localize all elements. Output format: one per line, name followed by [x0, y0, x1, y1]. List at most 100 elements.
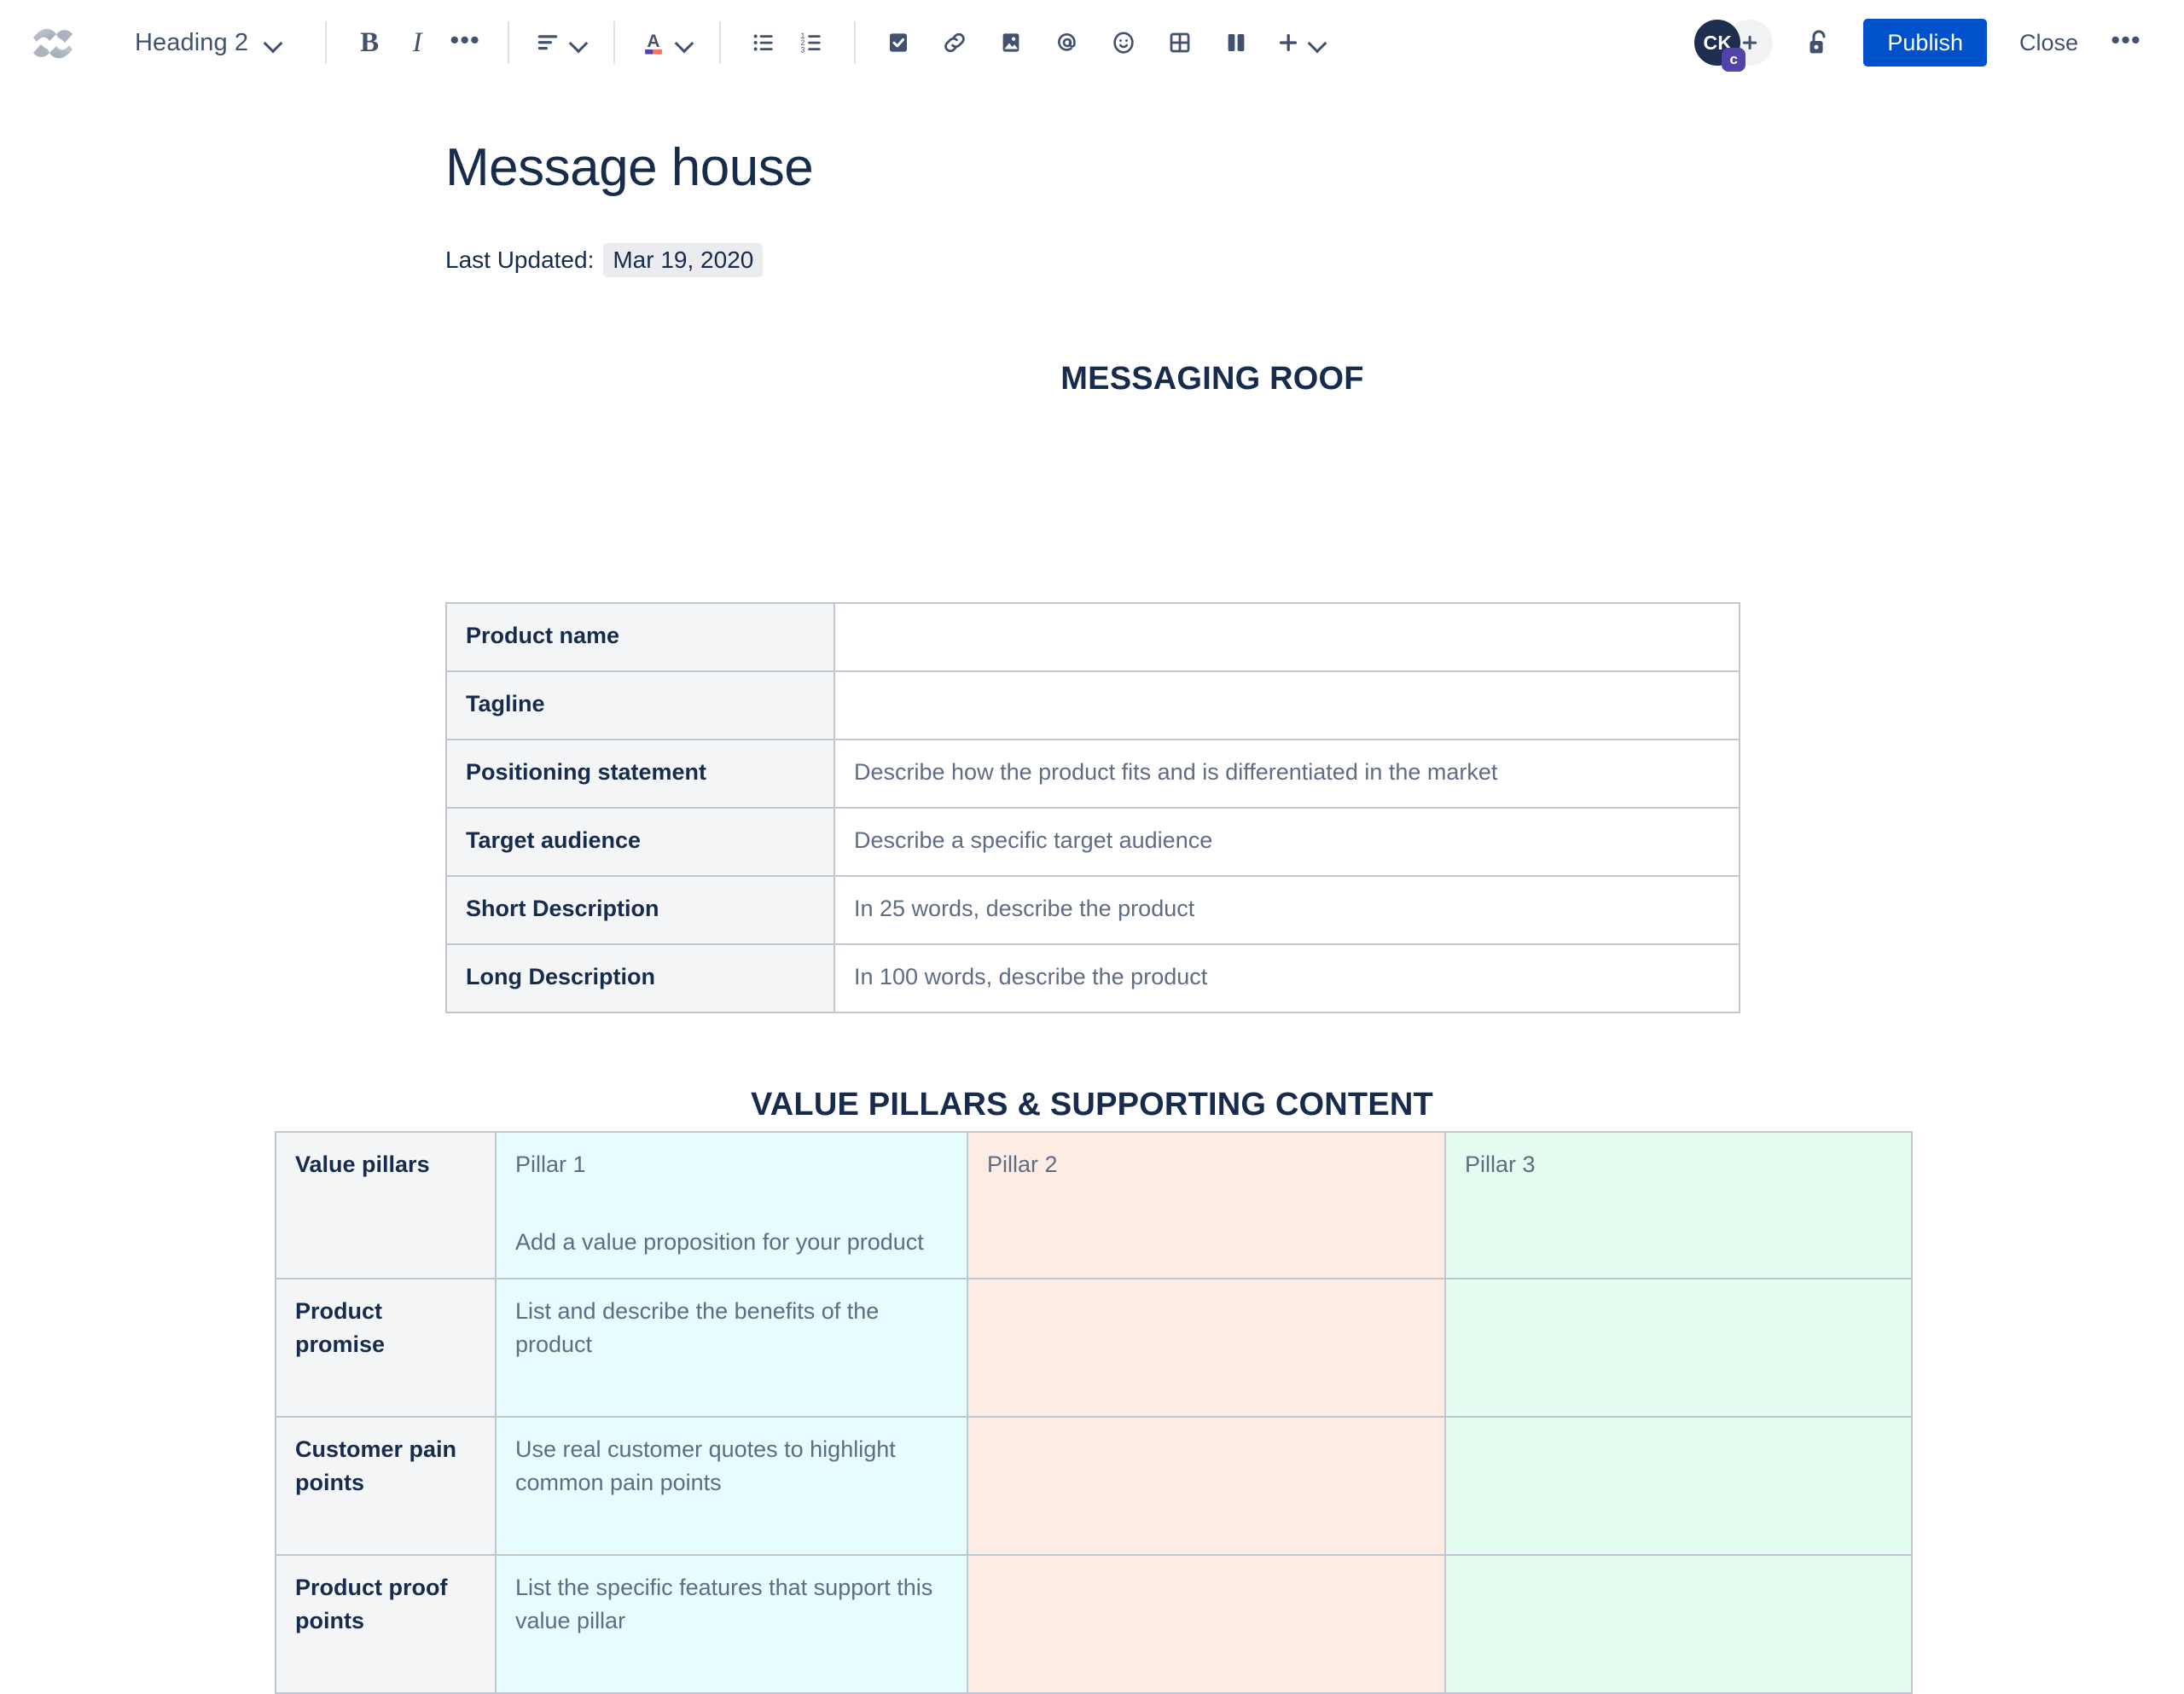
toolbar-divider	[854, 21, 857, 64]
toolbar-right-group: CK c Publish Close •••	[1694, 19, 2150, 72]
table-button[interactable]	[1156, 19, 1204, 67]
chevron-down-icon	[675, 33, 694, 52]
row-label[interactable]: Product name	[445, 602, 835, 672]
pillar1-customer-pain-points-cell[interactable]: Use real customer quotes to highlight co…	[495, 1416, 968, 1556]
mention-button[interactable]	[1043, 19, 1091, 67]
collaborators: CK c	[1694, 20, 1774, 72]
more-options-button[interactable]: •••	[2102, 19, 2150, 67]
chevron-down-icon	[569, 33, 588, 52]
bullet-list-button[interactable]	[740, 19, 787, 67]
row-value[interactable]	[834, 602, 1740, 672]
last-updated-date[interactable]: Mar 19, 2020	[603, 243, 764, 278]
pillar2-product-proof-points-cell[interactable]	[967, 1554, 1446, 1694]
emoji-icon	[1113, 32, 1134, 54]
numbered-list-button[interactable]: 1 2 3	[787, 19, 835, 67]
row-label[interactable]: Value pillars	[275, 1131, 497, 1279]
italic-button[interactable]: I	[393, 19, 441, 67]
value-pillars-heading: VALUE PILLARS & SUPPORTING CONTENT	[751, 1086, 1433, 1123]
row-label[interactable]: Customer pain points	[275, 1416, 497, 1556]
row-value[interactable]: In 25 words, describe the product	[834, 875, 1740, 945]
row-value[interactable]: Describe how the product fits and is dif…	[834, 739, 1740, 809]
toolbar-left-group: Heading 2 B I ••• A 1 2 3	[31, 19, 1333, 67]
pillar2-product-promise-cell[interactable]	[967, 1278, 1446, 1418]
toolbar-divider	[613, 21, 616, 64]
pillar-3-title: Pillar 3	[1465, 1152, 1536, 1177]
layout-button[interactable]	[1212, 19, 1260, 67]
svg-text:A: A	[648, 32, 660, 51]
table-row: Product promise List and describe the be…	[275, 1278, 1913, 1418]
messaging-roof-heading: MESSAGING ROOF	[1060, 361, 1364, 397]
emoji-button[interactable]	[1100, 19, 1147, 67]
more-formatting-button[interactable]: •••	[441, 19, 489, 67]
text-color-icon: A	[645, 32, 662, 55]
chevron-down-icon	[264, 33, 282, 52]
table-row: Long Description In 100 words, describe …	[445, 943, 1740, 1013]
bold-button[interactable]: B	[346, 19, 393, 67]
italic-label: I	[412, 26, 422, 58]
confluence-logo[interactable]	[31, 20, 75, 65]
last-updated-line: Last Updated: Mar 19, 2020	[445, 243, 1979, 278]
row-value[interactable]: In 100 words, describe the product	[834, 943, 1740, 1013]
bullet-list-icon	[753, 34, 773, 51]
row-label[interactable]: Tagline	[445, 670, 835, 740]
editor-toolbar: Heading 2 B I ••• A 1 2 3 CK c Publish C…	[0, 0, 2184, 85]
mention-icon	[1058, 33, 1076, 51]
pillar1-product-promise-cell[interactable]: List and describe the benefits of the pr…	[495, 1278, 968, 1418]
align-left-icon	[537, 35, 558, 50]
ellipsis-icon: •••	[2111, 24, 2141, 55]
svg-text:3: 3	[801, 45, 805, 54]
row-label[interactable]: Product promise	[275, 1278, 497, 1418]
pillar2-customer-pain-points-cell[interactable]	[967, 1416, 1446, 1556]
row-value[interactable]	[834, 670, 1740, 740]
row-label[interactable]: Short Description	[445, 875, 835, 945]
table-row: Value pillars Pillar 1 Add a value propo…	[275, 1131, 1913, 1279]
publish-button[interactable]: Publish	[1863, 19, 1987, 67]
table-row: Positioning statement Describe how the p…	[445, 739, 1740, 809]
insert-more-button[interactable]	[1269, 19, 1333, 67]
row-label[interactable]: Positioning statement	[445, 739, 835, 809]
table-row: Customer pain points Use real customer q…	[275, 1416, 1913, 1556]
table-row: Target audience Describe a specific targ…	[445, 807, 1740, 877]
image-icon	[1002, 33, 1019, 52]
link-button[interactable]	[931, 19, 979, 67]
row-label[interactable]: Product proof points	[275, 1554, 497, 1694]
task-list-button[interactable]	[874, 19, 922, 67]
block-type-select[interactable]: Heading 2	[128, 19, 291, 67]
avatar-product-badge: c	[1722, 48, 1746, 72]
pillar-1-value-text: Add a value proposition for your product	[515, 1229, 924, 1256]
pillar2-value-pillars-cell[interactable]: Pillar 2	[967, 1131, 1446, 1279]
avatar[interactable]: CK c	[1694, 20, 1746, 72]
image-button[interactable]	[987, 19, 1035, 67]
close-button[interactable]: Close	[2001, 19, 2097, 67]
text-alignment-button[interactable]	[528, 19, 595, 67]
text-color-button[interactable]: A	[634, 19, 700, 67]
table-icon	[1170, 32, 1190, 53]
table-row: Product proof points List the specific f…	[275, 1554, 1913, 1694]
document-body: Message house Last Updated: Mar 19, 2020…	[0, 136, 2184, 1694]
table-row: Product name	[445, 602, 1740, 672]
block-type-label: Heading 2	[135, 28, 249, 56]
pillar3-value-pillars-cell[interactable]: Pillar 3	[1444, 1131, 1913, 1279]
toolbar-divider	[325, 21, 328, 64]
restrictions-button[interactable]	[1795, 19, 1843, 67]
pillar3-product-promise-cell[interactable]	[1444, 1278, 1913, 1418]
row-label[interactable]: Long Description	[445, 943, 835, 1013]
pillar3-product-proof-points-cell[interactable]	[1444, 1554, 1913, 1694]
value-pillars-table: Value pillars Pillar 1 Add a value propo…	[275, 1131, 1913, 1694]
chevron-down-icon	[1308, 33, 1327, 52]
row-label[interactable]: Target audience	[445, 807, 835, 877]
link-icon	[944, 32, 965, 53]
pillar1-product-proof-points-cell[interactable]: List the specific features that support …	[495, 1554, 968, 1694]
layout-icon	[1228, 34, 1245, 51]
toolbar-divider	[719, 21, 722, 64]
unlock-icon	[1809, 30, 1826, 54]
row-value[interactable]: Describe a specific target audience	[834, 807, 1740, 877]
last-updated-label: Last Updated:	[445, 247, 595, 274]
insert-plus-icon	[1280, 34, 1298, 51]
page-title[interactable]: Message house	[445, 136, 1979, 199]
toolbar-divider	[508, 21, 510, 64]
pillar1-value-pillars-cell[interactable]: Pillar 1 Add a value proposition for you…	[495, 1131, 968, 1279]
pillar3-customer-pain-points-cell[interactable]	[1444, 1416, 1913, 1556]
